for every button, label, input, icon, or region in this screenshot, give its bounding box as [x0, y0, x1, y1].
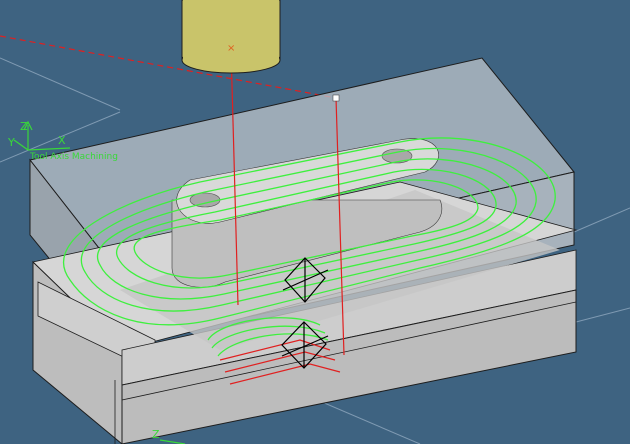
point-marker[interactable] — [332, 94, 340, 102]
bottom-axis-label: Z — [152, 428, 160, 441]
boss-hole-right — [381, 148, 413, 164]
axis-y-label: Y — [7, 136, 15, 149]
axis-x-label: X — [58, 134, 66, 147]
cam-scene[interactable]: × Z X Y Tool Axis Machining Z — [0, 0, 630, 444]
axis-z-label: Z — [20, 120, 28, 133]
tool-cylinder[interactable]: × — [181, 0, 281, 74]
axis-name-label: Tool Axis Machining — [29, 152, 118, 162]
tool-axis-dashed-line — [0, 35, 337, 99]
3d-viewport[interactable]: × Z X Y Tool Axis Machining Z — [0, 0, 630, 444]
bottom-axis-line — [159, 439, 186, 444]
tool-tip-marker: × — [227, 43, 235, 54]
